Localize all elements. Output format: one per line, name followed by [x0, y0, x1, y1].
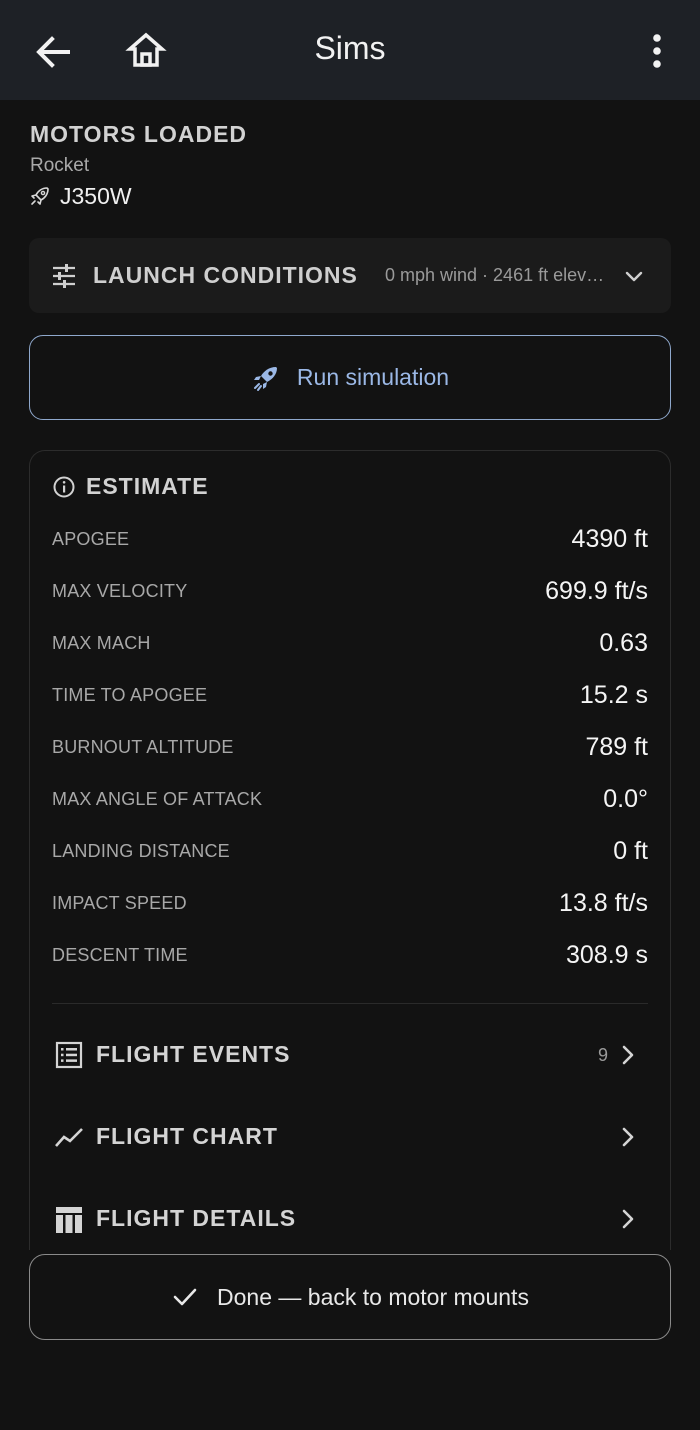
stat-label: BURNOUT ALTITUDE — [52, 737, 234, 757]
stat-value: 0.0° — [603, 785, 648, 813]
list-icon — [55, 1041, 83, 1069]
stat-label: APOGEE — [52, 529, 130, 549]
stat-label: TIME TO APOGEE — [52, 685, 208, 705]
more-vertical-icon — [653, 34, 661, 68]
stat-label: MAX ANGLE OF ATTACK — [52, 789, 263, 809]
motor-name: J350W — [60, 182, 132, 209]
stat-row-max-mach: MAX MACH 0.63 — [52, 621, 648, 673]
app-bar: Sims — [0, 0, 700, 100]
check-icon — [173, 1288, 197, 1306]
estimate-title: ESTIMATE — [86, 473, 209, 499]
motor-row: J350W — [28, 180, 132, 212]
launch-conditions-summary: 0 mph wind · 2461 ft elevation — [385, 265, 607, 285]
stat-row-landing-distance: LANDING DISTANCE 0 ft — [52, 829, 648, 881]
chevron-right-icon — [622, 1209, 634, 1229]
stat-row-apogee: APOGEE 4390 ft — [52, 517, 648, 569]
stat-row-descent-time: DESCENT TIME 308.9 s — [52, 933, 648, 985]
stat-label: MAX VELOCITY — [52, 581, 188, 601]
estimate-card: ESTIMATE APOGEE 4390 ft MAX VELOCITY 699… — [29, 450, 671, 1250]
stat-value: 699.9 ft/s — [545, 577, 648, 605]
stat-value: 789 ft — [585, 733, 648, 761]
rocket-icon — [253, 366, 277, 391]
tune-icon — [53, 264, 75, 288]
stat-value: 15.2 s — [579, 681, 648, 709]
motors-loaded-heading: MOTORS LOADED — [30, 121, 248, 147]
run-simulation-label: Run simulation — [296, 364, 450, 390]
stat-label: LANDING DISTANCE — [52, 841, 230, 861]
flight-chart-row[interactable]: FLIGHT CHART — [52, 1107, 648, 1167]
chevron-right-icon — [622, 1127, 634, 1147]
flight-details-label: FLIGHT DETAILS — [96, 1205, 297, 1231]
more-options-button[interactable] — [636, 28, 678, 74]
flight-chart-label: FLIGHT CHART — [96, 1123, 278, 1149]
stat-label: MAX MACH — [52, 633, 151, 653]
flight-details-row[interactable]: FLIGHT DETAILS — [52, 1189, 648, 1249]
stat-label: IMPACT SPEED — [52, 893, 187, 913]
flight-events-row[interactable]: FLIGHT EVENTS 9 — [52, 1025, 648, 1085]
stat-row-max-velocity: MAX VELOCITY 699.9 ft/s — [52, 569, 648, 621]
divider — [52, 1003, 648, 1004]
done-button-label: Done — back to motor mounts — [217, 1283, 529, 1310]
trending-line-icon — [55, 1128, 83, 1147]
stat-label: DESCENT TIME — [52, 945, 188, 965]
stat-value: 0.63 — [599, 629, 648, 657]
done-button[interactable]: Done — back to motor mounts — [29, 1254, 671, 1340]
estimate-heading: ESTIMATE — [52, 473, 209, 500]
rocket-icon — [31, 187, 49, 205]
launch-conditions-panel[interactable]: LAUNCH CONDITIONS 0 mph wind · 2461 ft e… — [29, 238, 671, 313]
flight-events-label: FLIGHT EVENTS — [96, 1041, 291, 1067]
info-icon — [53, 476, 75, 497]
flight-events-count: 9 — [597, 1045, 608, 1065]
launch-conditions-label: LAUNCH CONDITIONS — [93, 262, 358, 288]
stat-row-burnout-altitude: BURNOUT ALTITUDE 789 ft — [52, 725, 648, 777]
stat-row-time-to-apogee: TIME TO APOGEE 15.2 s — [52, 673, 648, 725]
table-icon — [56, 1207, 82, 1233]
rocket-label: Rocket — [30, 155, 90, 176]
stat-value: 0 ft — [613, 837, 648, 865]
chevron-down-icon — [625, 271, 643, 282]
chevron-right-icon — [622, 1045, 634, 1065]
run-simulation-button[interactable]: Run simulation — [29, 335, 671, 420]
stat-row-max-angle-of-attack: MAX ANGLE OF ATTACK 0.0° — [52, 777, 648, 829]
stat-value: 308.9 s — [565, 941, 648, 969]
page-title: Sims — [314, 30, 386, 66]
stat-value: 4390 ft — [571, 525, 648, 553]
stat-value: 13.8 ft/s — [559, 889, 648, 917]
stat-row-impact-speed: IMPACT SPEED 13.8 ft/s — [52, 881, 648, 933]
